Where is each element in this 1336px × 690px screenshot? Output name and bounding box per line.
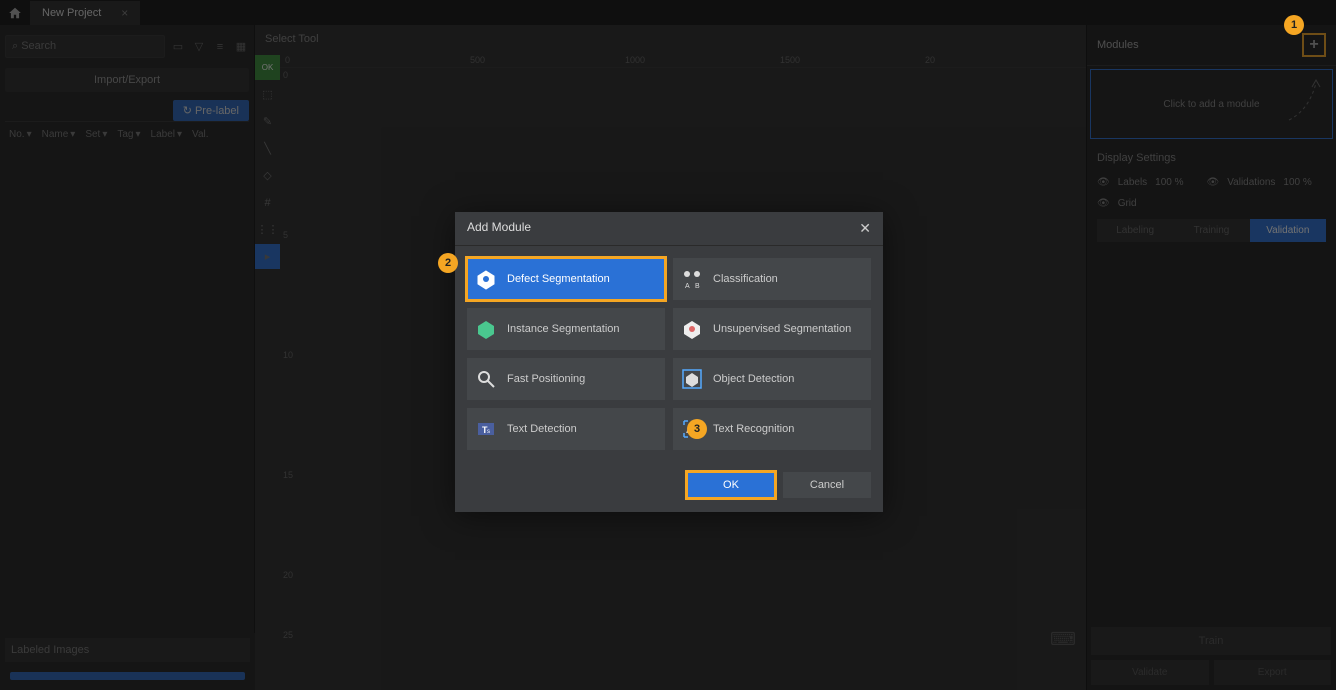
option-instance-segmentation[interactable]: Instance Segmentation <box>467 308 665 350</box>
text-det-icon: Ts <box>475 418 497 440</box>
fast-pos-icon <box>475 368 497 390</box>
col-set[interactable]: Set ▾ <box>81 126 111 143</box>
svg-text:A: A <box>685 283 690 290</box>
ok-button[interactable]: OK <box>687 472 775 498</box>
dots-tool[interactable]: ⋮⋮ <box>255 217 280 242</box>
add-module-dialog: Add Module ✕ Defect Segmentation AB Clas… <box>455 212 883 512</box>
cancel-button[interactable]: Cancel <box>783 472 871 498</box>
pre-label-button[interactable]: ↻ Pre-label <box>173 100 249 121</box>
option-unsupervised-segmentation[interactable]: Unsupervised Segmentation <box>673 308 871 350</box>
col-name[interactable]: Name ▾ <box>38 126 80 143</box>
folder-icon[interactable]: ▭ <box>170 39 186 55</box>
keyboard-icon[interactable]: ⌨ <box>1050 629 1076 650</box>
crop-tool[interactable]: ⬚ <box>255 82 280 107</box>
tab-training[interactable]: Training <box>1173 219 1249 242</box>
option-text-detection[interactable]: Ts Text Detection <box>467 408 665 450</box>
grid-tool[interactable]: # <box>255 190 280 215</box>
option-fast-positioning[interactable]: Fast Positioning <box>467 358 665 400</box>
list-icon[interactable]: ≡ <box>212 39 228 55</box>
tab-title: New Project <box>42 7 101 19</box>
eye-icon[interactable]: 👁 <box>1207 177 1220 188</box>
left-sidebar: ⌕ Search ▭ ▽ ≡ ▦ Import/Export ↻ Pre-lab… <box>0 25 255 690</box>
instance-seg-icon <box>475 318 497 340</box>
tool-label: Select Tool <box>255 25 1086 53</box>
annotation-badge-1: 1 <box>1284 15 1304 35</box>
ok-tool[interactable]: OK <box>255 55 280 80</box>
export-button[interactable]: Export <box>1214 660 1332 685</box>
column-headers: No. ▾ Name ▾ Set ▾ Tag ▾ Label ▾ Val. <box>5 121 249 143</box>
grid-icon[interactable]: ▦ <box>233 39 249 55</box>
eye-icon[interactable]: 👁 <box>1097 198 1110 209</box>
col-no[interactable]: No. ▾ <box>5 126 36 143</box>
validate-button[interactable]: Validate <box>1091 660 1209 685</box>
filter-icon[interactable]: ▽ <box>191 39 207 55</box>
col-tag[interactable]: Tag ▾ <box>113 126 144 143</box>
classification-icon: AB <box>681 268 703 290</box>
col-label[interactable]: Label ▾ <box>147 126 187 143</box>
annotation-badge-2: 2 <box>438 253 458 273</box>
svg-text:s: s <box>487 429 490 435</box>
add-module-button[interactable]: + <box>1302 33 1326 57</box>
display-settings-title: Display Settings <box>1097 152 1326 164</box>
tab-labeling[interactable]: Labeling <box>1097 219 1173 242</box>
col-val[interactable]: Val. <box>188 126 213 143</box>
erase-tool[interactable]: ◇ <box>255 163 280 188</box>
option-object-detection[interactable]: Object Detection <box>673 358 871 400</box>
defect-seg-icon <box>475 268 497 290</box>
close-icon[interactable]: ✕ <box>859 220 871 237</box>
home-icon[interactable] <box>0 0 30 25</box>
modal-title: Add Module <box>467 220 531 237</box>
obj-det-icon <box>681 368 703 390</box>
eye-icon[interactable]: 👁 <box>1097 177 1110 188</box>
train-button[interactable]: Train <box>1091 627 1331 655</box>
title-bar: New Project × <box>0 0 1336 25</box>
option-defect-segmentation[interactable]: Defect Segmentation <box>467 258 665 300</box>
ruler-vertical: 0 5 10 15 20 25 <box>281 70 293 670</box>
search-input[interactable]: ⌕ Search <box>5 35 165 58</box>
close-icon[interactable]: × <box>121 6 128 20</box>
tab-validation[interactable]: Validation <box>1250 219 1326 242</box>
progress-bar <box>10 672 245 680</box>
unsup-seg-icon <box>681 318 703 340</box>
ruler-horizontal: 0 500 1000 1500 20 <box>255 53 1086 68</box>
module-placeholder[interactable]: Click to add a module <box>1090 69 1333 139</box>
dashed-arrow-icon <box>1284 75 1324 125</box>
import-export-button[interactable]: Import/Export <box>5 68 249 92</box>
move-tool[interactable]: ▸ <box>255 244 280 269</box>
right-sidebar: Modules + Click to add a module Display … <box>1086 25 1336 690</box>
line-tool[interactable]: ╲ <box>255 136 280 161</box>
project-tab[interactable]: New Project × <box>30 1 140 25</box>
plus-icon: + <box>1309 36 1318 54</box>
labeled-images-header[interactable]: Labeled Images <box>5 638 250 662</box>
svg-text:B: B <box>695 283 700 290</box>
modules-title: Modules <box>1097 39 1139 51</box>
pen-tool[interactable]: ✎ <box>255 109 280 134</box>
option-classification[interactable]: AB Classification <box>673 258 871 300</box>
tool-strip: OK ⬚ ✎ ╲ ◇ # ⋮⋮ ▸ <box>255 55 280 271</box>
annotation-badge-3: 3 <box>687 419 707 439</box>
